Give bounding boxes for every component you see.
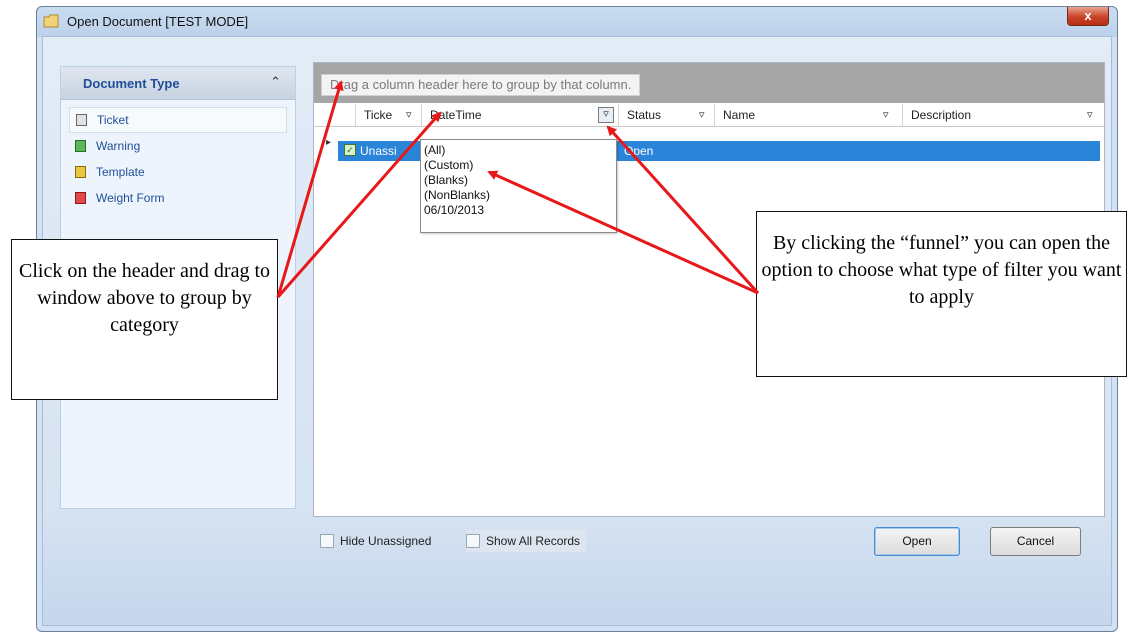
filter-option-date[interactable]: 06/10/2013: [424, 203, 616, 218]
filter-option-blanks[interactable]: (Blanks): [424, 173, 616, 188]
current-row-indicator-icon: ▸: [326, 137, 332, 148]
doc-type-label: Ticket: [97, 113, 129, 127]
funnel-annotation: By clicking the “funnel” you can open th…: [756, 211, 1127, 377]
column-header-label: Description: [911, 108, 972, 122]
weight-form-icon: [75, 192, 86, 204]
collapse-icon[interactable]: ⌃: [270, 74, 281, 90]
title-bar[interactable]: Open Document [TEST MODE] x: [37, 7, 1117, 37]
show-all-records-checkbox[interactable]: [466, 534, 480, 548]
ticket-status-icon: ✓: [344, 144, 356, 156]
window-title: Open Document [TEST MODE]: [67, 14, 249, 29]
row-ticket-cell: Unassi: [360, 144, 397, 158]
filter-funnel-icon[interactable]: ▿: [598, 107, 614, 123]
document-type-list: Ticket Warning Template Weight Form: [69, 107, 287, 211]
group-by-panel[interactable]: Drag a column header here to group by th…: [314, 63, 1104, 103]
show-all-records-option[interactable]: Show All Records: [466, 530, 587, 552]
column-header-ticket[interactable]: Ticke ▿: [356, 104, 422, 126]
filter-option-custom[interactable]: (Custom): [424, 158, 616, 173]
doc-type-warning[interactable]: Warning: [69, 133, 287, 159]
doc-type-ticket[interactable]: Ticket: [69, 107, 287, 133]
column-header-label: Ticke: [364, 108, 393, 122]
close-button[interactable]: x: [1067, 7, 1109, 26]
column-header-row: Ticke ▿ DateTime ▿ Status ▿ Name ▿ Descr…: [314, 104, 1104, 127]
filter-funnel-icon[interactable]: ▿: [883, 104, 889, 126]
column-header-status[interactable]: Status ▿: [619, 104, 715, 126]
hide-unassigned-option[interactable]: Hide Unassigned: [320, 530, 431, 552]
doc-type-label: Warning: [96, 139, 141, 153]
cancel-button[interactable]: Cancel: [990, 527, 1081, 556]
document-type-header[interactable]: Document Type ⌃: [61, 67, 295, 100]
doc-type-label: Weight Form: [96, 191, 165, 205]
show-all-records-label: Show All Records: [486, 534, 581, 548]
doc-type-label: Template: [96, 165, 145, 179]
warning-doc-icon: [75, 140, 86, 152]
row-status-cell: Open: [624, 144, 654, 158]
column-header-label: Status: [627, 108, 662, 122]
column-header-description[interactable]: Description ▿: [903, 104, 1104, 126]
doc-type-weight-form[interactable]: Weight Form: [69, 185, 287, 211]
open-button[interactable]: Open: [874, 527, 960, 556]
filter-funnel-icon[interactable]: ▿: [406, 104, 412, 126]
hide-unassigned-label: Hide Unassigned: [340, 534, 432, 548]
filter-funnel-icon[interactable]: ▿: [1087, 104, 1093, 126]
doc-type-template[interactable]: Template: [69, 159, 287, 185]
column-header-label: DateTime: [430, 108, 482, 122]
filter-option-nonblanks[interactable]: (NonBlanks): [424, 188, 616, 203]
group-by-annotation: Click on the header and drag to window a…: [11, 239, 278, 400]
column-header-label: Name: [723, 108, 756, 122]
filter-dropdown: (All) (Custom) (Blanks) (NonBlanks) 06/1…: [420, 139, 617, 233]
column-header-name[interactable]: Name ▿: [715, 104, 903, 126]
template-icon: [75, 166, 86, 178]
folder-icon: [43, 14, 59, 28]
filter-funnel-icon[interactable]: ▿: [699, 104, 705, 126]
row-indicator-column-header: [342, 104, 356, 126]
filter-option-all[interactable]: (All): [424, 143, 616, 158]
group-by-hint: Drag a column header here to group by th…: [321, 74, 641, 96]
column-header-datetime[interactable]: DateTime ▿: [422, 104, 619, 126]
document-type-title: Document Type: [83, 76, 180, 91]
ticket-icon: [76, 114, 87, 126]
hide-unassigned-checkbox[interactable]: [320, 534, 334, 548]
